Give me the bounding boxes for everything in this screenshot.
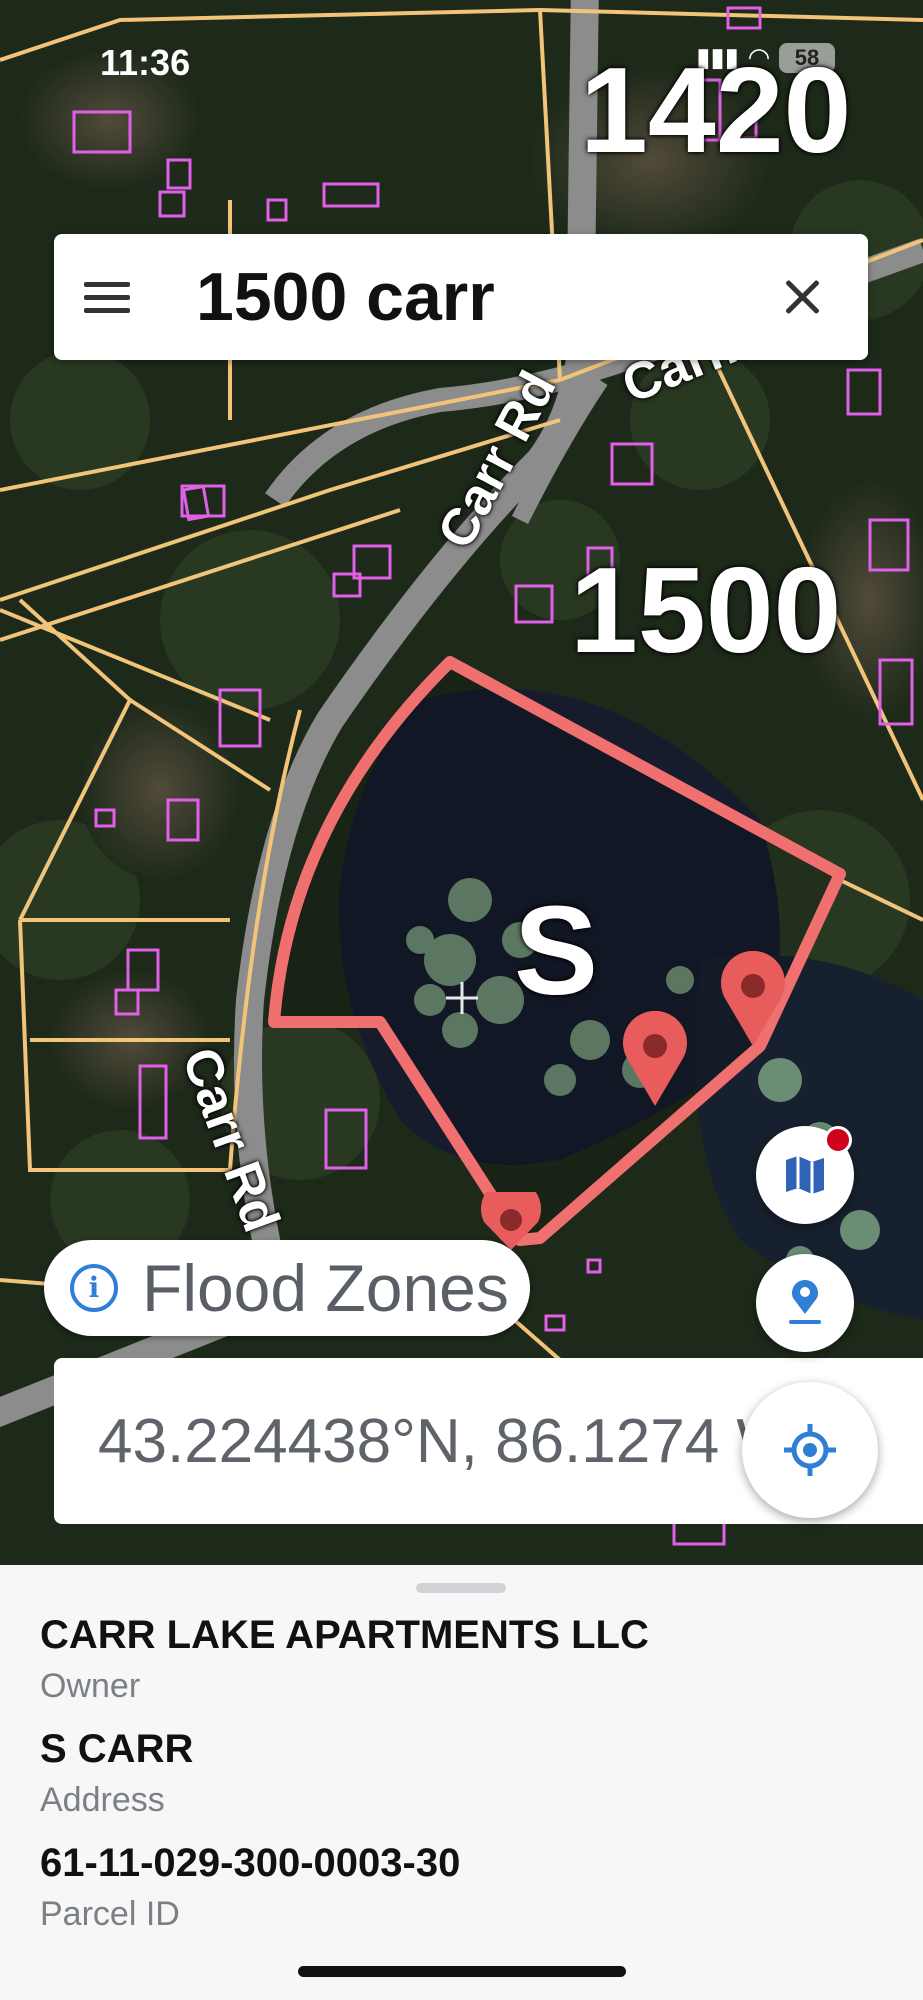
sheet-drag-handle[interactable] (416, 1583, 506, 1593)
parcel-id-value: 61-11-029-300-0003-30 (40, 1841, 461, 1885)
map-marker-icon[interactable] (718, 950, 788, 1050)
parcel-id-label: Parcel ID (40, 1895, 180, 1933)
drop-pin-button[interactable] (756, 1254, 854, 1352)
owner-label: Owner (40, 1667, 141, 1705)
search-input[interactable]: 1500 carr (196, 258, 772, 336)
crosshair-icon (784, 1424, 836, 1476)
flood-zones-button[interactable]: i Flood Zones (44, 1240, 530, 1336)
address-value: S CARR (40, 1727, 194, 1771)
map-marker-icon[interactable] (620, 1010, 690, 1110)
notification-dot (824, 1126, 852, 1154)
address-label: Address (40, 1781, 165, 1819)
coordinates-text: 43.224438°N, 86.1274 W (98, 1406, 795, 1476)
address-label-1420: 1420 (580, 42, 852, 178)
owner-value: CARR LAKE APARTMENTS LLC (40, 1613, 649, 1657)
flood-zones-label: Flood Zones (142, 1251, 509, 1325)
search-bar[interactable]: 1500 carr (54, 234, 868, 360)
map-layers-icon (786, 1156, 824, 1194)
status-time: 11:36 (100, 42, 191, 83)
locate-me-button[interactable] (742, 1382, 878, 1518)
close-icon[interactable] (772, 267, 832, 327)
address-label-1500: 1500 (570, 542, 842, 678)
parcel-letter: S (514, 880, 599, 1021)
location-pin-icon (789, 1280, 821, 1324)
parcel-details-sheet[interactable]: CARR LAKE APARTMENTS LLC Owner S CARR Ad… (0, 1565, 923, 2000)
map-layers-button[interactable] (756, 1126, 854, 1224)
home-indicator (298, 1966, 626, 1977)
menu-icon[interactable] (84, 267, 144, 327)
info-icon: i (70, 1264, 118, 1312)
